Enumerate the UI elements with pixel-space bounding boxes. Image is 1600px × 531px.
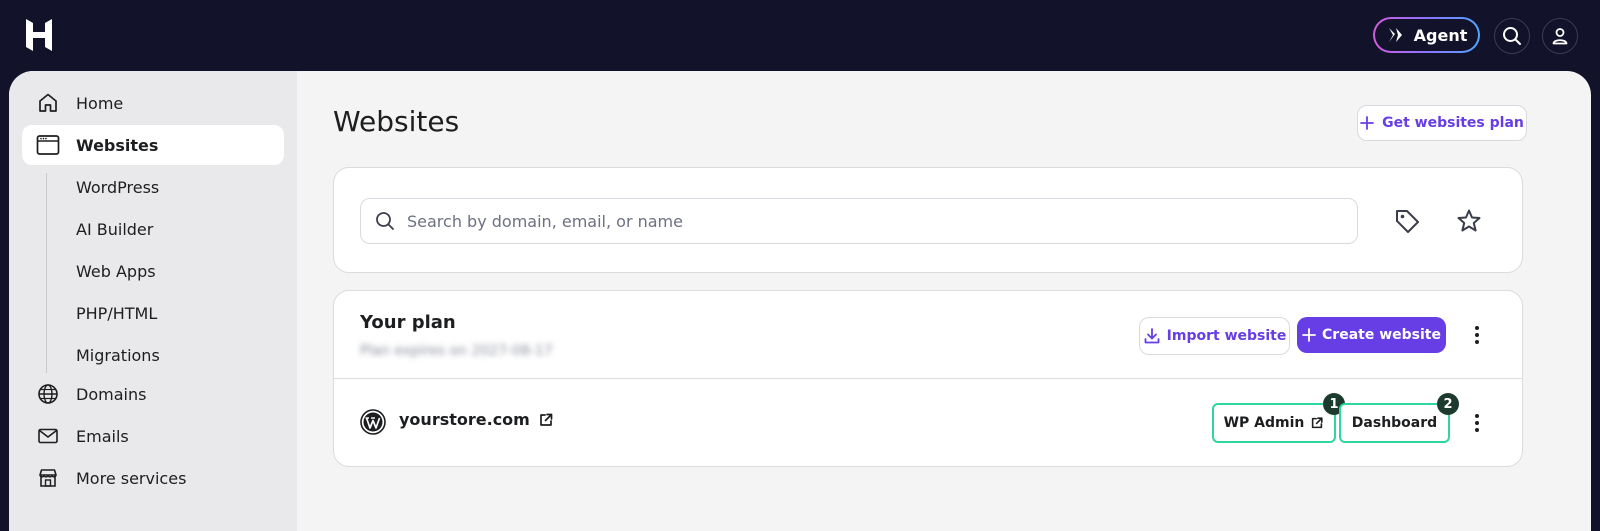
- sidebar-subitem-ai-builder[interactable]: AI Builder: [76, 213, 153, 245]
- filter-by-tag-button[interactable]: [1392, 206, 1422, 236]
- import-website-button[interactable]: Import website: [1139, 317, 1290, 355]
- agent-label: Agent: [1413, 25, 1468, 45]
- plan-more-options-button[interactable]: [1465, 323, 1489, 347]
- external-link-icon: [1312, 417, 1323, 429]
- browser-window-icon: [36, 133, 60, 157]
- sidebar-item-domains[interactable]: Domains: [22, 374, 284, 414]
- dashboard-label: Dashboard: [1351, 415, 1438, 431]
- top-bar: Agent: [0, 0, 1600, 71]
- create-website-label: Create website: [1322, 327, 1441, 343]
- plan-expiry-text: Plan expires on 2027-08-17: [360, 343, 553, 359]
- kebab-menu-icon: [1475, 326, 1479, 344]
- agent-button[interactable]: Agent: [1373, 17, 1480, 53]
- get-websites-plan-label: Get websites plan: [1382, 115, 1524, 131]
- plan-header: Your plan Plan expires on 2027-08-17 Imp…: [334, 291, 1522, 379]
- plus-icon: [1360, 116, 1375, 130]
- hostinger-logo[interactable]: [24, 18, 54, 52]
- step-badge-2: 2: [1437, 393, 1459, 415]
- dashboard-button[interactable]: Dashboard: [1339, 403, 1450, 443]
- external-link-icon: [539, 413, 553, 426]
- star-icon: [1457, 209, 1481, 232]
- get-websites-plan-button[interactable]: Get websites plan: [1357, 105, 1527, 141]
- account-button[interactable]: [1542, 18, 1578, 54]
- tag-icon: [1396, 210, 1419, 233]
- submenu-guide-line: [46, 173, 47, 373]
- mail-icon: [36, 424, 60, 448]
- main-content: Websites Get websites plan Search by dom…: [297, 71, 1591, 531]
- website-domain: yourstore.com: [399, 410, 530, 429]
- sidebar-subitem-migrations[interactable]: Migrations: [76, 339, 160, 371]
- home-icon: [36, 91, 60, 115]
- download-icon: [1144, 328, 1160, 344]
- sidebar-item-websites[interactable]: Websites: [22, 125, 284, 165]
- globe-icon: [36, 382, 60, 406]
- sidebar-item-more-services[interactable]: More services: [22, 458, 284, 498]
- agent-sparkle-icon: [1388, 28, 1402, 42]
- store-icon: [36, 466, 60, 490]
- favorites-button[interactable]: [1454, 206, 1484, 236]
- sidebar-item-label: Domains: [76, 384, 147, 404]
- page-title: Websites: [333, 105, 460, 138]
- plan-card: Your plan Plan expires on 2027-08-17 Imp…: [333, 290, 1523, 467]
- sidebar-subitem-php-html[interactable]: PHP/HTML: [76, 297, 157, 329]
- import-website-label: Import website: [1166, 328, 1287, 344]
- plus-icon: [1302, 328, 1316, 342]
- plan-title: Your plan: [360, 312, 456, 333]
- search-box[interactable]: [360, 198, 1358, 244]
- create-website-button[interactable]: Create website: [1297, 317, 1446, 353]
- user-icon: [1552, 28, 1568, 45]
- sidebar-item-label: More services: [76, 468, 187, 488]
- search-input[interactable]: [407, 211, 1307, 231]
- sidebar-item-home[interactable]: Home: [22, 83, 284, 123]
- sidebar-item-label: Websites: [76, 135, 159, 155]
- search-card: [333, 167, 1523, 273]
- kebab-menu-icon: [1475, 414, 1479, 432]
- sidebar-item-emails[interactable]: Emails: [22, 416, 284, 456]
- wp-admin-label: WP Admin: [1223, 415, 1305, 431]
- sidebar-item-label: Emails: [76, 426, 129, 446]
- website-row: yourstore.com WP Admin 1 Dashboard 2: [334, 379, 1522, 467]
- sidebar-subitem-web-apps[interactable]: Web Apps: [76, 255, 156, 287]
- wordpress-icon: [360, 409, 386, 435]
- app-shell: Home Websites WordPress AI Builder Web A…: [9, 71, 1591, 531]
- sidebar-item-label: Home: [76, 93, 124, 113]
- search-button[interactable]: [1494, 18, 1530, 54]
- website-more-options-button[interactable]: [1465, 411, 1489, 435]
- search-icon: [1503, 27, 1521, 45]
- search-icon: [376, 212, 394, 230]
- wp-admin-button[interactable]: WP Admin: [1212, 403, 1336, 443]
- website-domain-link[interactable]: yourstore.com: [399, 410, 554, 429]
- sidebar-subitem-wordpress[interactable]: WordPress: [76, 171, 159, 203]
- sidebar: Home Websites WordPress AI Builder Web A…: [9, 71, 297, 531]
